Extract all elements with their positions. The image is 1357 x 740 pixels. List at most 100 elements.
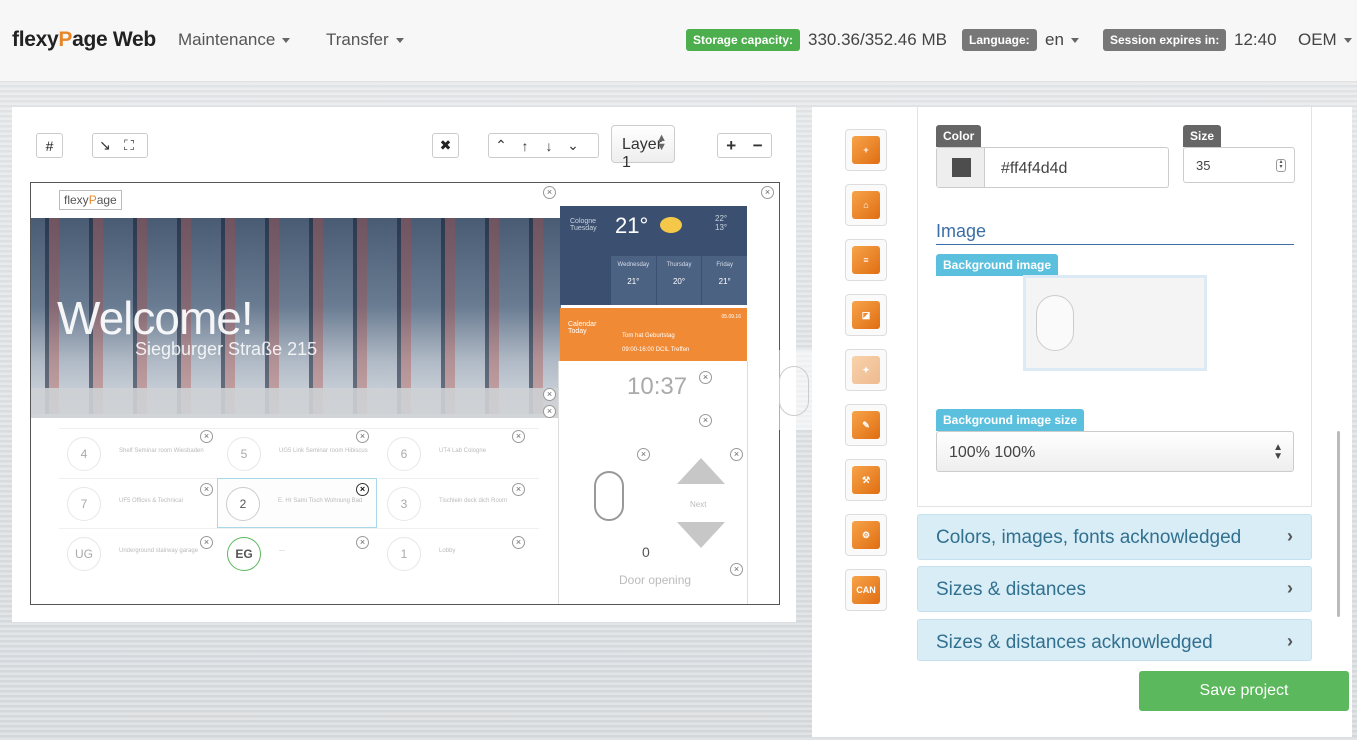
arrow-down-icon[interactable]: ↓	[537, 134, 561, 157]
remove-widget-icon[interactable]: ×	[356, 536, 369, 549]
oem-menu[interactable]: OEM	[1298, 30, 1352, 50]
remove-widget-icon[interactable]: ×	[543, 186, 556, 199]
save-project-button[interactable]: Save project	[1139, 671, 1349, 711]
plus-icon[interactable]: +	[718, 134, 745, 157]
remove-widget-icon[interactable]: ×	[512, 430, 525, 443]
remove-widget-icon[interactable]: ×	[200, 430, 213, 443]
forecast-day-temp: 21°	[627, 277, 640, 286]
address-text[interactable]: Siegburger Straße 215	[135, 339, 317, 360]
room-cell[interactable]: 4 Shelf Seminar room Wiesbaden	[59, 428, 219, 478]
remove-widget-icon[interactable]: ×	[512, 536, 525, 549]
remove-widget-icon[interactable]: ×	[356, 430, 369, 443]
accordion-sizes[interactable]: Sizes & distances ›	[917, 566, 1312, 612]
light-tool[interactable]: ✦	[845, 349, 887, 391]
room-label: UT4 Lab Cologne	[439, 448, 487, 454]
edit-tool[interactable]: ✎	[845, 404, 887, 446]
room-label: UF5 Offices & Technical	[119, 498, 183, 504]
remove-widget-icon[interactable]: ×	[356, 483, 369, 496]
room-cell[interactable]: 7 UF5 Offices & Technical	[59, 478, 219, 528]
layer-select[interactable]: Layer 1 ▲ ▼	[611, 125, 675, 171]
room-label: UG5 Link Seminar room Hibiscus	[279, 448, 368, 454]
remove-widget-icon[interactable]: ×	[730, 448, 743, 461]
storage-value: 330.36/352.46 MB	[808, 30, 947, 49]
sun-cloud-icon	[660, 217, 682, 233]
calendar-widget[interactable]: Calendar Today Tom hat Geburtstag 09:00-1…	[560, 308, 747, 361]
add-widget-icon: +	[852, 136, 880, 164]
caret-down-icon	[282, 38, 291, 44]
panel-scrollbar[interactable]	[1337, 431, 1340, 617]
accordion-sizes-ack[interactable]: Sizes & distances acknowledged ›	[917, 619, 1312, 661]
remove-widget-icon[interactable]: ×	[543, 388, 556, 401]
news-icon: ≡	[852, 246, 880, 274]
accordion-label: Colors, images, fonts acknowledged	[936, 527, 1242, 548]
note-tool[interactable]: ◪	[845, 294, 887, 336]
remove-widget-icon[interactable]: ×	[200, 483, 213, 496]
color-field[interactable]: #ff4f4d4d	[936, 147, 1169, 188]
welcome-text[interactable]: Welcome!	[57, 291, 254, 345]
preview-logo[interactable]: flexyPage	[59, 190, 122, 210]
caret-down-icon	[395, 38, 404, 44]
chevron-up-icon[interactable]: ⌃	[489, 134, 513, 157]
size-input[interactable]: 35 ▴ ▾	[1183, 147, 1295, 183]
weather-widget[interactable]: Cologne Tuesday 21° 22° 13° Wednesday 21° T…	[560, 206, 748, 305]
remove-widget-icon[interactable]: ×	[637, 448, 650, 461]
remove-widget-icon[interactable]: ×	[543, 405, 556, 418]
weather-high: 22°	[715, 214, 728, 223]
color-swatch-fill	[952, 158, 971, 177]
room-label: Underground stairway garage	[119, 548, 199, 554]
maintenance-menu[interactable]: Maintenance	[178, 30, 291, 50]
remove-widget-icon[interactable]: ×	[761, 186, 774, 199]
session-value: 12:40	[1234, 30, 1277, 49]
calendar-title-text: Calendar	[568, 321, 597, 328]
can-icon: CAN	[852, 576, 880, 604]
bg-image-picker[interactable]	[1023, 275, 1207, 371]
spinner-icon[interactable]: ▴ ▾	[1276, 159, 1286, 172]
gear-tool[interactable]: ⚙	[845, 514, 887, 556]
accordion-colors[interactable]: Colors, images, fonts acknowledged ›	[917, 514, 1312, 560]
arrow-up-icon[interactable]: ↑	[513, 134, 537, 157]
design-canvas[interactable]: flexyPage Welcome! Siegburger Straße 215…	[30, 182, 780, 605]
room-cell[interactable]: 5 UG5 Link Seminar room Hibiscus	[219, 428, 379, 478]
clock-widget[interactable]: 10:37	[627, 373, 687, 401]
room-cell[interactable]: UG Underground stairway garage	[59, 528, 219, 578]
grid-toggle-button[interactable]: #	[36, 133, 63, 158]
settings-tool[interactable]: ⚒	[845, 459, 887, 501]
room-label: E. Hr Sami Tisch Wohnung Bad	[278, 498, 363, 504]
weather-temp: 21°	[615, 213, 649, 238]
weather-city-name: Cologne	[570, 218, 597, 225]
room-cell[interactable]: EG ---	[219, 528, 379, 578]
shrink-icon[interactable]: ↘	[93, 134, 117, 157]
expand-icon[interactable]: ⛶	[117, 134, 141, 157]
language-badge: Language:	[962, 29, 1037, 51]
remove-widget-icon[interactable]: ×	[730, 563, 743, 576]
remove-widget-icon[interactable]: ×	[200, 536, 213, 549]
language-select[interactable]: en	[1045, 30, 1079, 50]
chevron-down-icon[interactable]	[677, 522, 725, 548]
oem-label: OEM	[1298, 30, 1337, 49]
door-icon[interactable]	[594, 471, 624, 521]
can-tool[interactable]: CAN	[845, 569, 887, 611]
remove-widget-icon[interactable]: ×	[699, 414, 712, 427]
room-number: EG	[227, 537, 261, 571]
color-swatch[interactable]	[937, 148, 985, 187]
chevron-up-icon[interactable]	[677, 458, 725, 484]
minus-icon[interactable]: −	[745, 134, 772, 157]
transfer-menu[interactable]: Transfer	[326, 30, 404, 50]
remove-widget-icon[interactable]: ×	[512, 483, 525, 496]
hero-fade	[31, 388, 561, 418]
note-icon: ◪	[852, 301, 880, 329]
home-tool[interactable]: ⌂	[845, 184, 887, 226]
room-cell-selected[interactable]: 2 E. Hr Sami Tisch Wohnung Bad	[217, 478, 377, 528]
zoom-button-group: ↘ ⛶	[92, 133, 148, 158]
delete-button[interactable]: ✖	[432, 133, 459, 158]
add-widget-tool[interactable]: +	[845, 129, 887, 171]
bg-size-select[interactable]: 100% 100% ▲ ▼	[936, 431, 1294, 472]
app-brand[interactable]: flexyPage Web	[12, 28, 156, 52]
widget-toolbox: + ⌂ ≡ ◪ ✦ ✎ ⚒ ⚙ CAN	[845, 129, 889, 624]
door-icon	[779, 366, 809, 416]
news-tool[interactable]: ≡	[845, 239, 887, 281]
forecast-day-temp: 20°	[672, 277, 686, 286]
remove-widget-icon[interactable]: ×	[699, 371, 712, 384]
room-number: UG	[67, 537, 101, 571]
chevron-down-icon[interactable]: ⌄	[561, 134, 585, 157]
